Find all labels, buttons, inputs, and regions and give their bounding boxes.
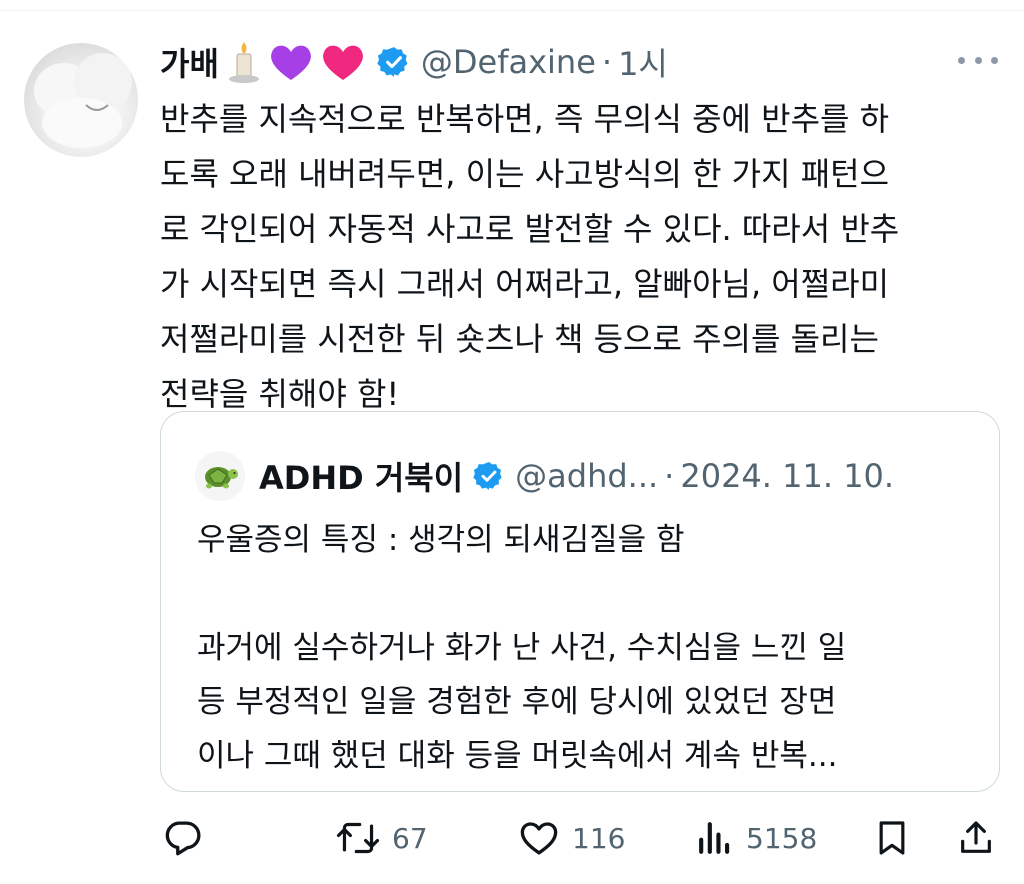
- action-bar: 67 116 5158: [160, 812, 1000, 864]
- reply-button[interactable]: [162, 812, 204, 864]
- candle-icon: [227, 40, 261, 84]
- quoted-author-handle[interactable]: @adhd...: [515, 457, 658, 495]
- verified-badge-icon: [377, 45, 411, 79]
- views-count: 5158: [746, 821, 818, 855]
- pink-heart-icon: [321, 42, 365, 82]
- tweet-text-line: 로 각인되어 자동적 사고로 발전할 수 있다. 따라서 반추: [160, 210, 900, 248]
- reply-icon: [165, 821, 201, 856]
- repost-icon: [336, 822, 380, 854]
- heart-icon: [520, 822, 558, 855]
- more-options-icon[interactable]: [958, 50, 998, 70]
- tweet-text-line: 반추를 지속적으로 반복하면, 즉 무의식 중에 반추를 하: [160, 100, 890, 138]
- author-handle[interactable]: @Defaxine: [421, 43, 596, 81]
- avatar[interactable]: [24, 43, 138, 157]
- quoted-date[interactable]: 2024. 11. 10.: [680, 457, 894, 495]
- quoted-tweet-card[interactable]: ADHD 거북이 @adhd... · 2024. 11. 10. 우울증의 특…: [160, 411, 1000, 792]
- author-name[interactable]: 가배: [160, 39, 219, 85]
- like-button[interactable]: 116: [518, 812, 625, 864]
- quoted-avatar[interactable]: [195, 451, 245, 501]
- purple-heart-icon: [269, 42, 313, 82]
- share-icon: [961, 821, 991, 853]
- verified-badge-icon: [473, 460, 505, 492]
- tweet-header: 가배 @Defaxine · 1시: [160, 36, 668, 88]
- tweet-text-line: 가 시작되면 즉시 그래서 어쩌라고, 알빠아님, 어쩔라미: [160, 265, 890, 303]
- turtle-icon: [205, 467, 238, 489]
- like-count: 116: [572, 821, 626, 855]
- tweet-time[interactable]: 1시: [618, 39, 668, 85]
- quoted-text-line: 과거에 실수하거나 화가 난 사건, 수치심을 느낀 일: [197, 630, 847, 666]
- quoted-text-line: [197, 567, 977, 621]
- quoted-tweet-text: 우울증의 특징 : 생각의 되새김질을 함 과거에 실수하거나 화가 난 사건,…: [197, 513, 977, 783]
- separator-dot: ·: [601, 43, 613, 81]
- views-button[interactable]: 5158: [696, 812, 817, 864]
- tweet-text-line: 저쩔라미를 시전한 뒤 숏츠나 책 등으로 주의를 돌리는: [160, 320, 879, 358]
- repost-button[interactable]: 67: [336, 812, 428, 864]
- tweet-text: 반추를 지속적으로 반복하면, 즉 무의식 중에 반추를 하 도록 오래 내버려…: [160, 92, 990, 422]
- quoted-text-line: 이나 그때 했던 대화 등을 머릿속에서 계속 반복...: [197, 738, 838, 774]
- top-divider: [0, 10, 1024, 11]
- share-button[interactable]: [956, 812, 996, 864]
- repost-count: 67: [392, 821, 428, 855]
- tweet-text-line: 도록 오래 내버려두면, 이는 사고방식의 한 가지 패턴으: [160, 155, 890, 193]
- quoted-author-name[interactable]: ADHD 거북이: [259, 453, 463, 499]
- quoted-tweet-header: ADHD 거북이 @adhd... · 2024. 11. 10.: [195, 450, 894, 502]
- separator-dot: ·: [664, 457, 675, 495]
- bookmark-button[interactable]: [872, 812, 912, 864]
- views-icon: [699, 822, 730, 854]
- bookmark-icon: [879, 821, 905, 855]
- quoted-text-line: 우울증의 특징 : 생각의 되새김질을 함: [197, 522, 685, 558]
- quoted-text-line: 등 부정적인 일을 경험한 후에 당시에 있었던 장면: [197, 684, 837, 720]
- sleeping-eye-icon: [85, 104, 109, 111]
